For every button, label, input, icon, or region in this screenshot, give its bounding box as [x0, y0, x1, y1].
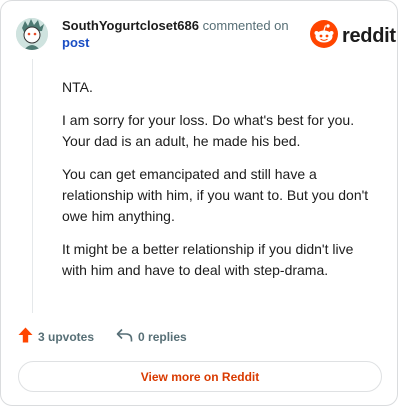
action-text: commented on — [202, 18, 289, 33]
comment-paragraph: I am sorry for your loss. Do what's best… — [62, 112, 355, 149]
avatar[interactable] — [16, 18, 48, 50]
view-more-button[interactable]: View more on Reddit — [18, 361, 382, 392]
comment-paragraph: You can get emancipated and still have a… — [62, 166, 369, 224]
comment-meta: SouthYogurtcloset686 commented on post — [62, 17, 302, 51]
reddit-wordmark: reddit — [342, 25, 396, 47]
comment-actions: 3 upvotes 0 replies — [18, 327, 209, 346]
reply-button[interactable]: 0 replies — [116, 328, 187, 346]
reddit-snoo-icon — [310, 20, 338, 53]
reddit-logo[interactable]: reddit — [310, 20, 396, 53]
post-link[interactable]: post — [62, 34, 302, 51]
comment-body: NTA. I am sorry for your loss. Do what's… — [62, 77, 380, 293]
reddit-comment-card: SouthYogurtcloset686 commented on post r… — [0, 0, 398, 406]
thread-line — [32, 59, 33, 313]
view-more-label: View more on Reddit — [140, 369, 260, 384]
upvote-button[interactable]: 3 upvotes — [18, 327, 94, 346]
upvote-arrow-icon — [18, 327, 33, 346]
username[interactable]: SouthYogurtcloset686 — [62, 18, 199, 33]
comment-paragraph: It might be a better relationship if you… — [62, 241, 354, 278]
comment-paragraph: NTA. — [62, 79, 93, 95]
upvote-count: 3 upvotes — [38, 329, 95, 344]
reply-arrow-icon — [116, 328, 133, 346]
reply-count: 0 replies — [138, 329, 187, 344]
